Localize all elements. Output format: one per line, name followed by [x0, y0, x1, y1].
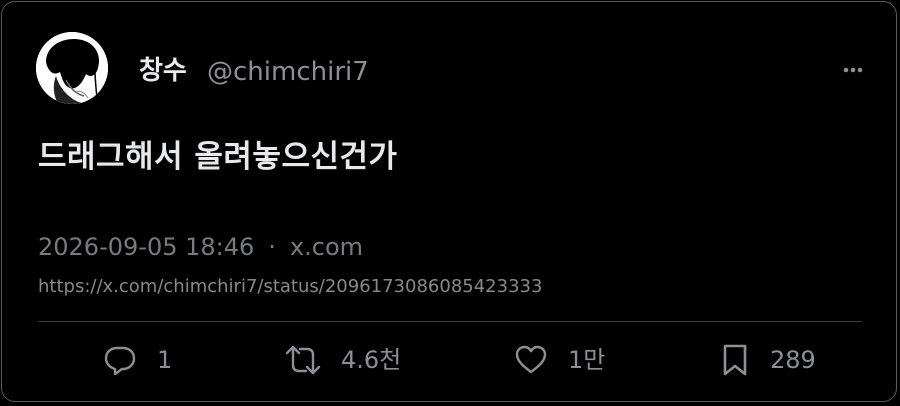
avatar-illustration — [36, 32, 108, 104]
more-options-button[interactable] — [842, 60, 864, 80]
tweet-text: 드래그해서 올려놓으신건가 — [38, 139, 398, 175]
meta-separator: · — [268, 233, 276, 261]
retweet-icon — [285, 345, 321, 375]
like-button[interactable]: 1만 — [514, 340, 605, 380]
reply-icon — [104, 346, 136, 376]
bookmark-icon — [723, 344, 747, 376]
more-horizontal-icon — [843, 67, 863, 73]
author-handle[interactable]: @chimchiri7 — [207, 55, 369, 89]
avatar[interactable] — [36, 32, 108, 104]
like-count: 1만 — [568, 346, 606, 374]
bookmark-count: 289 — [770, 346, 816, 374]
bookmark-button[interactable]: 289 — [720, 340, 816, 380]
retweet-button[interactable]: 4.6천 — [285, 340, 401, 380]
author-display-name[interactable]: 창수 — [139, 54, 187, 88]
timestamp[interactable]: 2026-09-05 18:46 — [38, 233, 254, 261]
reply-button[interactable]: 1 — [103, 340, 172, 380]
divider — [38, 321, 862, 322]
heart-icon — [515, 345, 547, 374]
source-link[interactable]: x.com — [290, 233, 363, 261]
reply-count: 1 — [157, 346, 173, 374]
retweet-count: 4.6천 — [341, 346, 402, 374]
tweet-meta: 2026-09-05 18:46 · x.com — [38, 231, 363, 263]
tweet-url[interactable]: https://x.com/chimchiri7/status/20961730… — [38, 274, 542, 300]
tweet-card: 창수 @chimchiri7 드래그해서 올려놓으신건가 2026-09-05 … — [1, 1, 897, 402]
